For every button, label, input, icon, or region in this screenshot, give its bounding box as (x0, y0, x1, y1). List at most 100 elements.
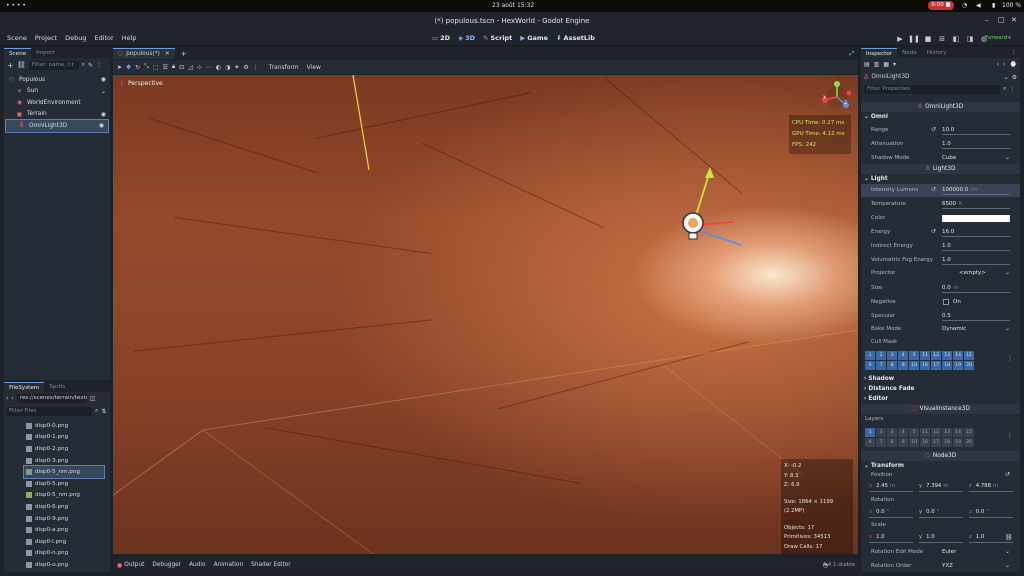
ruler-icon[interactable]: ◿ (188, 64, 193, 71)
tab-shader-editor[interactable]: Shader Editor (251, 562, 291, 568)
layer-bit[interactable]: 2 (875, 351, 887, 360)
more-icon[interactable]: ⋮ (96, 62, 102, 69)
menu-scene[interactable]: Scene (3, 34, 31, 42)
file-item[interactable]: disp0-o.png (26, 559, 110, 571)
history-back-icon[interactable]: ‹ (997, 61, 999, 68)
indirect-energy-row-field[interactable]: 1.0 (942, 242, 1010, 251)
scene-tab-populous[interactable]: ○ populous(*) ✕ (113, 48, 175, 59)
pause-icon[interactable]: ❚❚ (908, 34, 920, 44)
checkbox[interactable] (943, 299, 949, 305)
file-item[interactable]: disp0-2.png (26, 443, 110, 455)
layer-bit[interactable]: 12 (930, 428, 942, 437)
open-resource-icon[interactable]: ▥ (874, 61, 880, 68)
preview-environment-icon[interactable]: ◑ (225, 64, 230, 71)
file-filter-input[interactable]: Filter Files (6, 406, 92, 416)
resource-menu-icon[interactable]: ▾ (893, 61, 896, 68)
close-window-button[interactable]: ✕ (1011, 16, 1017, 24)
group-transform[interactable]: ⌄ Transform (861, 461, 1020, 471)
layer-bit[interactable]: 20 (963, 360, 975, 370)
forward-arrow-icon[interactable]: › (11, 395, 13, 402)
layer-bit[interactable]: 7 (875, 360, 887, 370)
tab-animation[interactable]: Animation (214, 562, 244, 568)
group-distance-fade[interactable]: › Distance Fade (861, 384, 1020, 394)
layer-bit[interactable]: 15 (963, 351, 975, 360)
layer-bit[interactable]: 8 (886, 360, 898, 370)
search-icon[interactable]: ⌕ (1003, 85, 1006, 93)
energy-row-field[interactable]: 16.0 (942, 228, 1010, 237)
scale-y-field[interactable]: y 1.0 (919, 534, 963, 543)
layer-bit[interactable]: 5 (908, 428, 920, 437)
layer-bit[interactable]: 19 (952, 437, 964, 447)
tab-sprits[interactable]: Sprits (44, 382, 70, 392)
group-icon[interactable]: ⊡ (179, 64, 184, 71)
search-icon[interactable]: ⌕ (82, 61, 85, 69)
layer-bit[interactable]: 1 (865, 351, 876, 360)
bake-mode-row-select[interactable]: Dynamic (942, 326, 966, 332)
layer-bit[interactable]: 5 (908, 351, 920, 360)
lock-icon[interactable]: 🔒︎ (172, 63, 175, 71)
system-clock[interactable]: 23 août 15:32 (492, 2, 534, 9)
list-select-icon[interactable]: ☰ (163, 64, 168, 71)
tree-node-worldenvironment[interactable]: ◉ WorldEnvironment (4, 97, 110, 109)
revert-icon[interactable]: ↺ (931, 228, 936, 235)
tab-output[interactable]: Output (124, 562, 144, 568)
rotation-y-field[interactable]: y 0.0 ° (919, 509, 963, 518)
axis-x-label[interactable]: X (823, 96, 826, 101)
distraction-free-icon[interactable]: ⤢ (849, 50, 854, 58)
attach-script-icon[interactable]: ✎ (88, 62, 93, 69)
visibility-eye-icon[interactable]: ◉ (101, 111, 106, 118)
view-menu[interactable]: View (307, 64, 321, 71)
layer-bit[interactable]: 11 (919, 428, 931, 437)
intensity-row-field[interactable]: 100000.0 lm (942, 186, 1010, 195)
more-icon[interactable]: ⋮ (1011, 48, 1017, 58)
layer-bit[interactable]: 17 (930, 360, 942, 370)
tree-node-sun[interactable]: ☀ Sun ⌄ (4, 86, 110, 98)
close-tab-icon[interactable]: ✕ (165, 51, 170, 57)
axis-y-label[interactable]: Y (837, 78, 840, 83)
layer-bit[interactable]: 18 (941, 360, 953, 370)
workspace-assetlib[interactable]: ⬇ AssetLib (556, 34, 595, 42)
layer-bit[interactable]: 3 (886, 351, 898, 360)
group-omni[interactable]: ⌄ Omni (861, 112, 1020, 122)
visibility-eye-icon[interactable]: ◉ (99, 122, 104, 129)
layer-bit[interactable]: 6 (865, 360, 876, 370)
file-item[interactable]: disp0-a.png (26, 524, 110, 536)
layer-bit[interactable]: 10 (908, 360, 920, 370)
new-scene-tab-icon[interactable]: + (181, 50, 187, 58)
rotation-order-row-select[interactable]: YXZ (942, 563, 953, 569)
layer-bit[interactable]: 20 (963, 437, 975, 447)
activities-dots[interactable]: • • • • (6, 2, 26, 9)
play-scene-icon[interactable]: ◧ (951, 34, 961, 44)
file-item[interactable]: disp0-5.png (26, 478, 110, 490)
attenuation-row-field[interactable]: 1.0 (942, 140, 1010, 149)
path-field[interactable]: res://scenes/terrain/textur (16, 394, 87, 403)
layer-bit[interactable]: 7 (875, 437, 887, 447)
size-row-field[interactable]: 0.0 m (942, 284, 1010, 293)
fog-energy-row-field[interactable]: 1.0 (942, 256, 1010, 265)
renderer-select[interactable]: Forward+ (985, 35, 1012, 41)
temperature-row-field[interactable]: 6500 K (942, 200, 1010, 209)
layer-bit[interactable]: 9 (897, 360, 909, 370)
tab-audio[interactable]: Audio (189, 562, 205, 568)
position-x-field[interactable]: x 2.45 m (869, 483, 913, 492)
tab-inspector[interactable]: Inspector (861, 48, 898, 58)
new-resource-icon[interactable]: ▤ (864, 61, 870, 68)
maximize-button[interactable]: □ (998, 16, 1005, 24)
layer-bit[interactable]: 15 (963, 428, 975, 437)
file-item[interactable]: disp0-5_nm.png (26, 490, 110, 502)
layer-bit[interactable]: 9 (897, 437, 909, 447)
battery-icon[interactable]: ▮ (992, 2, 995, 9)
save-resource-icon[interactable]: ▦ (883, 61, 889, 68)
preview-sun-icon[interactable]: ◐ (216, 64, 221, 71)
tree-node-populous[interactable]: ○ Populous ◉ (4, 74, 110, 86)
group-light[interactable]: ⌄ Light (861, 174, 1020, 184)
layer-bit[interactable]: 18 (941, 437, 953, 447)
layer-bit[interactable]: 11 (919, 351, 931, 360)
menu-editor[interactable]: Editor (90, 34, 117, 42)
shadow-mode-row-select[interactable]: Cube (942, 155, 956, 161)
play-custom-icon[interactable]: ◨ (965, 34, 975, 44)
more-icon[interactable]: ⋮ (253, 64, 259, 71)
filter-options-icon[interactable]: ⋮ (1009, 86, 1015, 93)
revert-icon[interactable]: ↺ (931, 126, 936, 133)
sort-icon[interactable]: ⇅ (101, 408, 106, 415)
